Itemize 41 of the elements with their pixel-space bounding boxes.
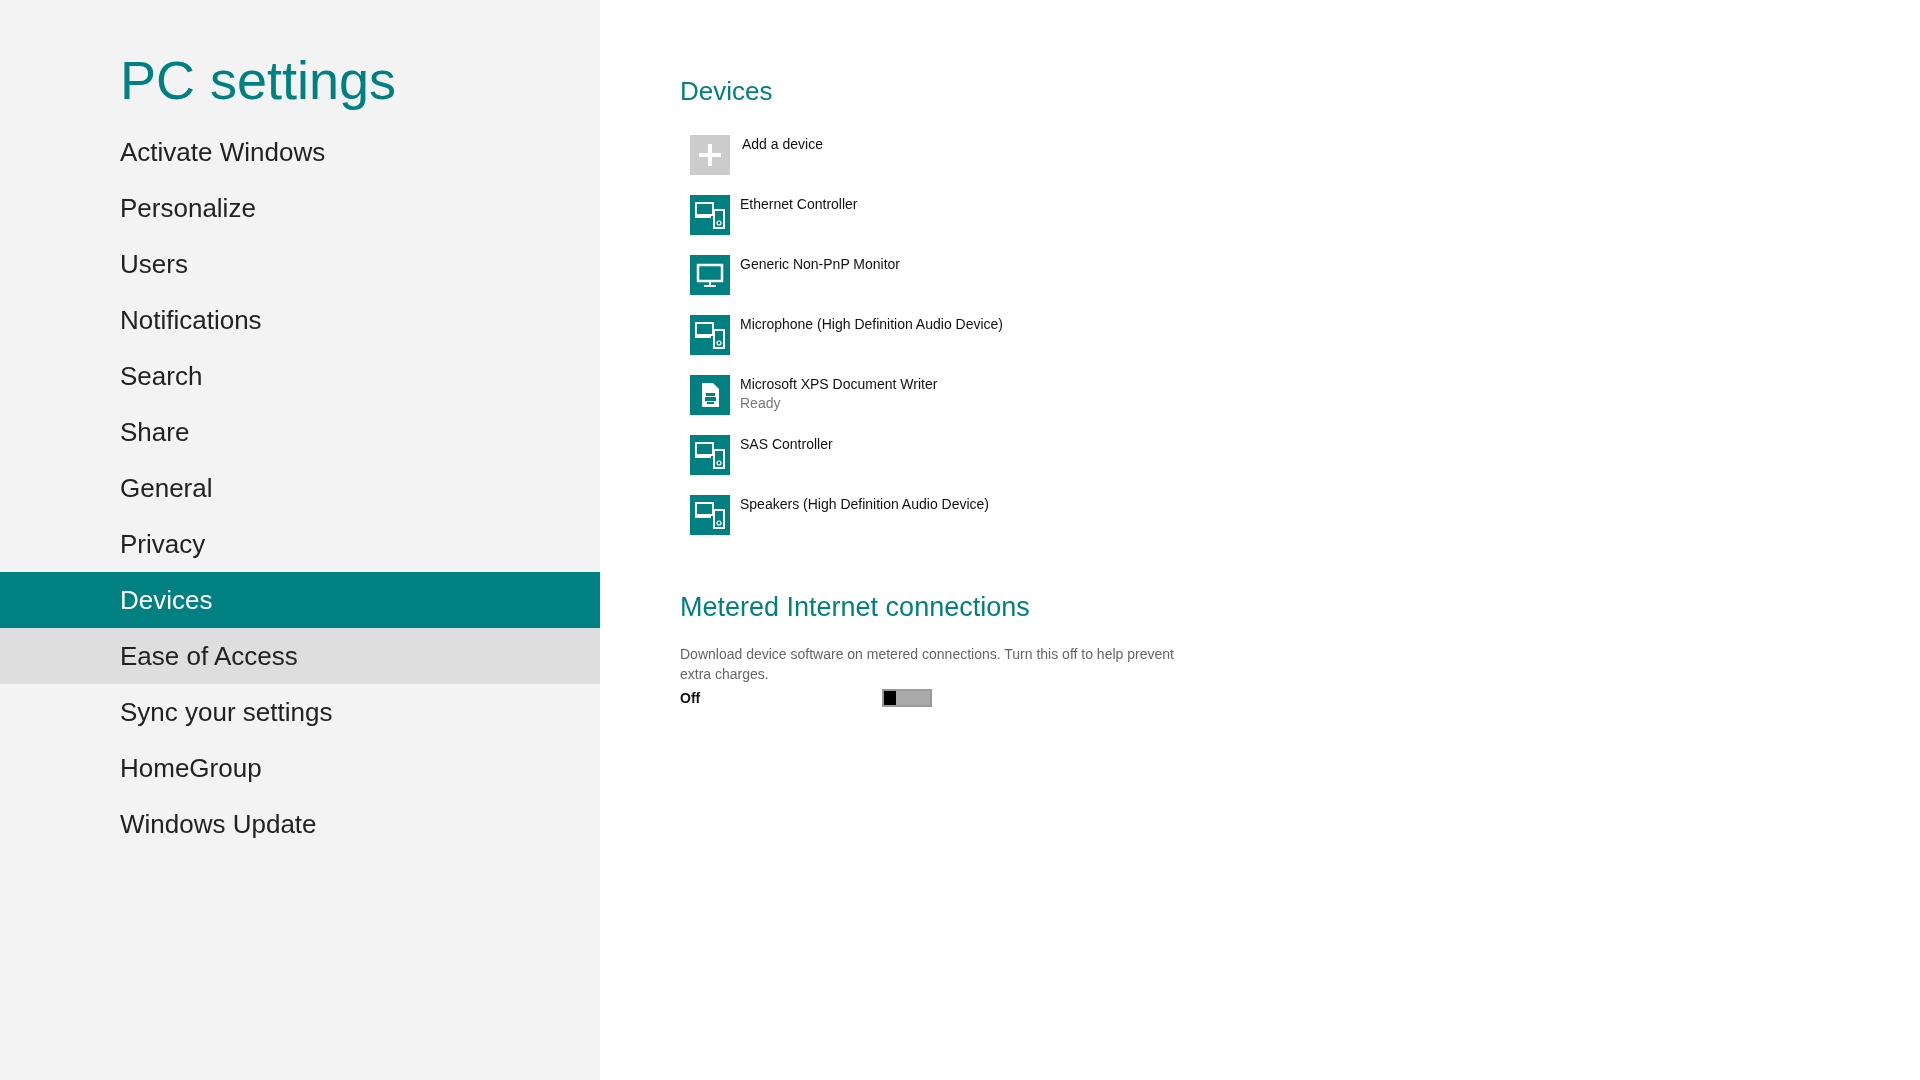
device-item[interactable]: Microsoft XPS Document Writer Ready [690,375,1920,415]
toggle-state-label: Off [680,688,702,708]
plus-icon [690,135,730,175]
description-text: Download device software on metered connections. Turn this off to help prevent extra charges. [680,644,1175,684]
printer-icon [690,375,730,415]
device-item[interactable]: Generic Non-PnP Monitor [690,255,1920,295]
page-title: PC settings [120,49,398,112]
sidebar-item[interactable]: Personalize [0,180,600,236]
device-item[interactable]: Microphone (High Definition Audio Device) [690,315,1920,355]
sidebar-item[interactable]: Windows Update [0,796,600,852]
device-item[interactable]: Add a device [690,135,1920,175]
computer-and-phone-icon [690,195,730,235]
sidebar-item[interactable]: Users [0,236,600,292]
sidebar-item[interactable]: HomeGroup [0,740,600,796]
computer-and-phone-icon [690,495,730,535]
sidebar-item[interactable]: Ease of Access [0,628,600,684]
section-heading: Devices [680,75,774,108]
device-item[interactable]: Speakers (High Definition Audio Device) [690,495,1920,535]
device-name: Ethernet Controller [740,195,858,213]
sidebar-item[interactable]: Search [0,348,600,404]
sidebar-item[interactable]: Sync your settings [0,684,600,740]
monitor-icon [690,255,730,295]
sidebar-item[interactable]: Activate Windows [0,124,600,180]
sidebar-item[interactable]: Devices [0,572,600,628]
device-item[interactable]: SAS Controller [690,435,1920,475]
device-name: Microphone (High Definition Audio Device) [740,315,1004,333]
sidebar-item[interactable]: Privacy [0,516,600,572]
toggle-switch[interactable] [882,689,932,707]
section-heading: Metered Internet connections [680,591,1031,624]
computer-and-phone-icon [690,435,730,475]
sidebar-item[interactable]: Share [0,404,600,460]
device-status: Ready [740,394,782,413]
computer-and-phone-icon [690,315,730,355]
sidebar-item[interactable]: Notifications [0,292,600,348]
device-name: SAS Controller [740,435,833,453]
device-name: Microsoft XPS Document Writer [740,375,938,393]
device-item[interactable]: Ethernet Controller [690,195,1920,235]
sidebar-item[interactable]: General [0,460,600,516]
device-name: Speakers (High Definition Audio Device) [740,495,989,513]
device-name: Generic Non-PnP Monitor [740,255,901,273]
device-name: Add a device [742,135,823,153]
